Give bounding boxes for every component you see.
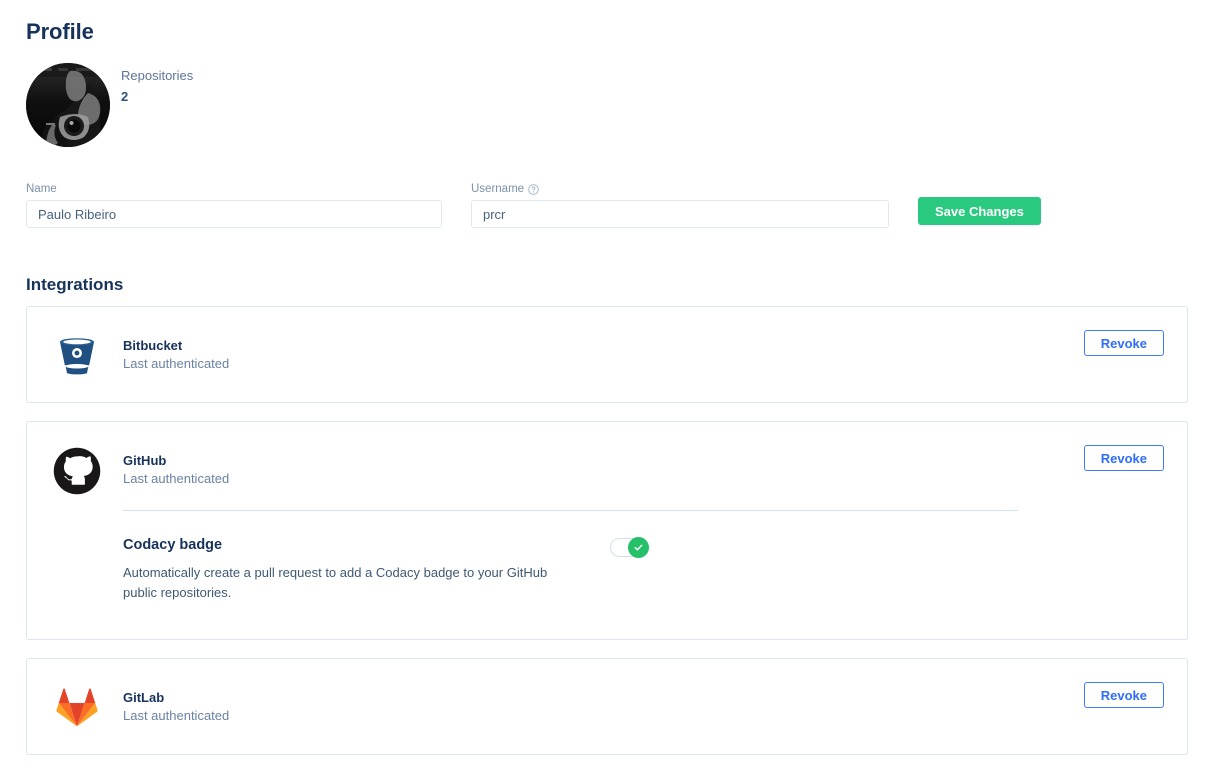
integration-text: GitLab Last authenticated bbox=[123, 689, 229, 725]
question-circle-icon[interactable] bbox=[528, 183, 539, 195]
integration-status: Last authenticated bbox=[123, 356, 230, 371]
page-title: Profile bbox=[26, 19, 94, 44]
toggle-knob bbox=[628, 537, 649, 558]
integrations-heading: Integrations bbox=[26, 275, 124, 294]
check-icon bbox=[634, 544, 643, 551]
username-field-group: Username bbox=[471, 181, 889, 228]
repositories-stat: Repositories 2 bbox=[121, 66, 193, 106]
profile-page: Profile Repositories 2 Name Paulo Ribeir… bbox=[0, 0, 1205, 778]
integration-status: Last authenticated bbox=[123, 471, 230, 486]
integration-card-gitlab: GitLab Last authenticated Revoke bbox=[26, 658, 1188, 755]
revoke-button-bitbucket[interactable]: Revoke bbox=[1083, 330, 1164, 356]
username-label-row: Username bbox=[471, 181, 889, 197]
save-changes-button[interactable]: Save Changes bbox=[918, 197, 1041, 225]
repositories-count: 2 bbox=[121, 89, 129, 104]
codacy-badge-description: Automatically create a pull request to a… bbox=[123, 565, 548, 600]
integration-name: GitLab bbox=[123, 690, 165, 705]
codacy-badge-toggle[interactable] bbox=[610, 537, 649, 558]
integration-name: Bitbucket bbox=[123, 338, 183, 353]
name-input[interactable] bbox=[26, 200, 442, 228]
revoke-button-gitlab[interactable]: Revoke bbox=[1083, 682, 1164, 708]
integration-text: Bitbucket Last authenticated bbox=[123, 337, 229, 373]
gitlab-icon bbox=[50, 681, 104, 735]
bitbucket-icon bbox=[50, 329, 104, 383]
integration-header: GitHub Last authenticated Revoke bbox=[27, 422, 1187, 519]
name-field-group: Name bbox=[26, 181, 442, 228]
card-divider bbox=[123, 510, 1018, 511]
name-label: Name bbox=[26, 183, 57, 195]
avatar-photo bbox=[26, 63, 110, 147]
integration-status: Last authenticated bbox=[123, 708, 230, 723]
github-icon bbox=[50, 444, 104, 498]
username-input[interactable] bbox=[471, 200, 889, 228]
integration-text: GitHub Last authenticated bbox=[123, 452, 229, 488]
username-label: Username bbox=[471, 183, 525, 195]
integration-header: GitLab Last authenticated Revoke bbox=[27, 659, 1187, 756]
integration-card-github: GitHub Last authenticated Revoke Codacy … bbox=[26, 421, 1188, 640]
integration-card-bitbucket: Bitbucket Last authenticated Revoke bbox=[26, 306, 1188, 403]
integration-header: Bitbucket Last authenticated Revoke bbox=[27, 307, 1187, 404]
revoke-button-github[interactable]: Revoke bbox=[1083, 445, 1164, 471]
codacy-badge-panel: Codacy badge Automatically create a pull… bbox=[123, 535, 1163, 603]
avatar bbox=[26, 63, 110, 147]
repositories-label: Repositories bbox=[121, 68, 194, 83]
integration-name: GitHub bbox=[123, 453, 167, 468]
